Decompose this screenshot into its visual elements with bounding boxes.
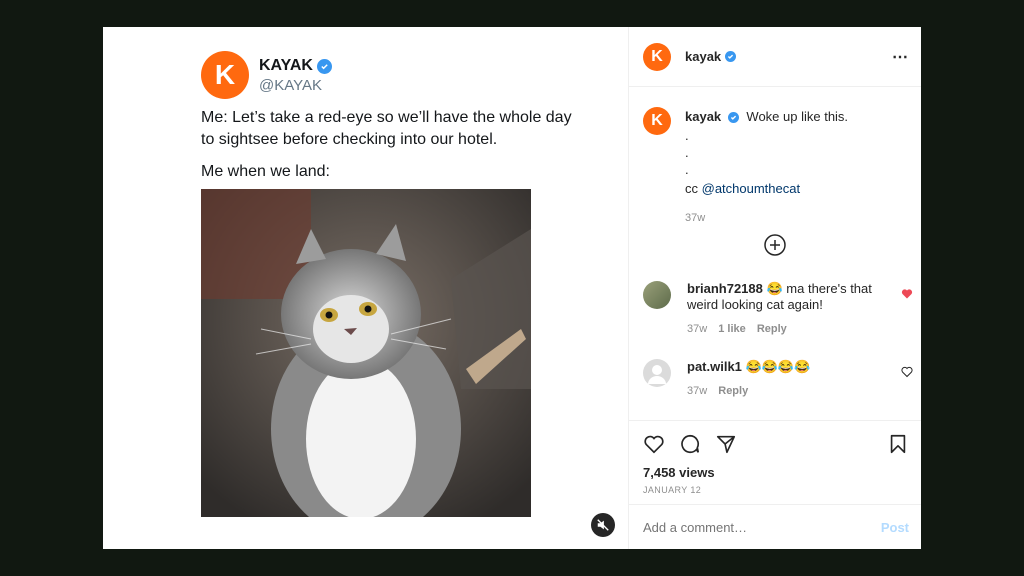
caption-username[interactable]: kayak	[685, 109, 721, 124]
like-button[interactable]	[643, 433, 665, 460]
tweet-author-name: KAYAK	[259, 57, 332, 75]
comment-username[interactable]: pat.wilk1	[687, 359, 742, 374]
comment-reply-button[interactable]: Reply	[757, 323, 787, 335]
comment-timestamp[interactable]: 37w	[687, 323, 707, 335]
post-modal: K KAYAK @KAYAK Me: Let’s take a red-eye …	[103, 27, 921, 549]
caption-timestamp[interactable]: 37w	[685, 212, 848, 224]
heart-icon	[644, 435, 664, 454]
post-actions: 7,458 views JANUARY 12	[629, 420, 921, 510]
author-username[interactable]: kayak	[685, 49, 721, 64]
cat-video-frame	[201, 189, 531, 517]
comment-icon	[681, 434, 700, 454]
speaker-muted-icon	[597, 519, 609, 531]
cc-prefix: cc	[685, 181, 698, 196]
paper-plane-icon	[716, 435, 736, 454]
cat-video[interactable]	[201, 189, 531, 517]
verified-icon	[316, 58, 332, 74]
comment-item: brianh72188 😂 ma there's that weird look…	[643, 281, 913, 335]
post-media: K KAYAK @KAYAK Me: Let’s take a red-eye …	[103, 27, 629, 549]
comment-item: pat.wilk1 😂😂😂😂 37w Reply	[643, 359, 913, 397]
view-count[interactable]: 7,458 views	[643, 465, 715, 480]
comment-username[interactable]: brianh72188	[687, 281, 763, 296]
post-date: JANUARY 12	[643, 485, 702, 495]
comment-reply-button[interactable]: Reply	[718, 385, 748, 397]
tweet-text-secondary: Me when we land:	[201, 163, 330, 180]
comment-button[interactable]	[679, 433, 701, 460]
heart-filled-icon[interactable]	[901, 287, 913, 335]
plus-circle-icon	[764, 234, 786, 256]
share-button[interactable]	[715, 433, 737, 460]
tweet-text: Me: Let’s take a red-eye so we’ll have t…	[201, 109, 572, 148]
mention-link[interactable]: @atchoumthecat	[702, 181, 800, 196]
commenter-avatar[interactable]	[643, 359, 671, 387]
load-more-comments-button[interactable]	[763, 233, 787, 257]
caption-avatar[interactable]: K	[643, 107, 671, 135]
bookmark-icon	[890, 434, 906, 454]
post-sidebar: K kayak ⋯ K kayak Woke up like this. . .…	[629, 27, 921, 549]
tweet-handle: @KAYAK	[259, 77, 323, 94]
post-header: K kayak ⋯	[629, 27, 921, 87]
add-comment-input[interactable]	[643, 519, 843, 535]
author-avatar[interactable]: K	[643, 42, 671, 71]
more-options-icon[interactable]: ⋯	[892, 47, 909, 67]
comment-text: 😂😂😂😂	[745, 359, 811, 374]
save-button[interactable]	[887, 433, 909, 460]
heart-outline-icon[interactable]	[901, 365, 913, 397]
verified-icon	[725, 51, 737, 62]
verified-icon	[727, 112, 739, 123]
caption-text: Woke up like this.	[746, 109, 849, 124]
caption-dot: .	[685, 145, 689, 160]
comment-timestamp[interactable]: 37w	[687, 385, 707, 397]
caption-dot: .	[685, 162, 689, 177]
default-avatar-icon	[648, 365, 666, 384]
post-caption: K kayak Woke up like this. . . . cc @atc…	[643, 107, 913, 224]
commenter-avatar[interactable]	[643, 281, 671, 309]
post-comment-button[interactable]: Post	[881, 520, 909, 535]
caption-dot: .	[685, 128, 689, 143]
add-comment-bar: Post	[629, 504, 921, 549]
comment-like-count[interactable]: 1 like	[718, 323, 746, 335]
mute-button[interactable]	[591, 513, 615, 537]
tweet-name-text: KAYAK	[259, 57, 313, 74]
tweet-avatar: K	[201, 51, 249, 99]
